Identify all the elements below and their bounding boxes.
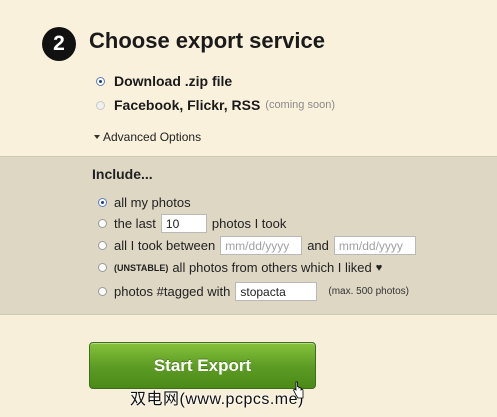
include-tagged-option[interactable]: photos #tagged with stopacta (max. 500 p… — [98, 282, 409, 301]
last-n-prefix: the last — [114, 216, 156, 231]
step-number-badge: 2 — [42, 27, 76, 61]
start-date-input[interactable]: mm/dd/yyyy — [220, 236, 303, 255]
social-services-label: Facebook, Flickr, RSS — [114, 97, 261, 113]
include-all-photos-option[interactable]: all my photos — [98, 195, 191, 210]
all-photos-radio[interactable] — [98, 198, 107, 207]
include-liked-photos-option[interactable]: (UNSTABLE) all photos from others which … — [98, 260, 382, 275]
service-section — [0, 0, 497, 156]
service-option-download-zip[interactable]: Download .zip file — [96, 73, 232, 89]
section-title: Choose export service — [89, 28, 325, 53]
social-services-radio[interactable] — [96, 100, 105, 110]
watermark-text: 双电网(www.pcpcs.me) — [130, 391, 304, 408]
heart-icon: ♥ — [375, 261, 383, 274]
unstable-tag: (UNSTABLE) — [114, 262, 169, 273]
download-zip-label: Download .zip file — [114, 73, 233, 89]
tagged-prefix: photos #tagged with — [114, 284, 231, 299]
tag-input[interactable]: stopacta — [235, 282, 318, 301]
start-export-button[interactable]: Start Export — [89, 342, 316, 389]
hand-cursor-icon — [292, 381, 304, 399]
include-last-n-option[interactable]: the last 10 photos I took — [98, 214, 286, 233]
liked-photos-radio[interactable] — [98, 263, 107, 272]
date-range-prefix: all I took between — [114, 238, 216, 253]
date-range-radio[interactable] — [98, 241, 107, 250]
include-date-range-option[interactable]: all I took between mm/dd/yyyy and mm/dd/… — [98, 236, 421, 255]
end-date-input[interactable]: mm/dd/yyyy — [333, 236, 416, 255]
service-option-social[interactable]: Facebook, Flickr, RSS (coming soon) — [96, 97, 335, 113]
date-range-and: and — [307, 238, 329, 253]
caret-down-icon — [94, 135, 100, 139]
coming-soon-note: (coming soon) — [265, 99, 335, 111]
all-photos-label: all my photos — [114, 195, 191, 210]
advanced-options-label: Advanced Options — [103, 130, 202, 144]
download-zip-radio[interactable] — [96, 76, 105, 86]
tag-max-note: (max. 500 photos) — [328, 286, 409, 297]
last-n-suffix: photos I took — [211, 216, 287, 231]
last-n-radio[interactable] — [98, 219, 107, 228]
include-heading: Include... — [92, 166, 153, 182]
liked-photos-label: all photos from others which I liked — [172, 260, 372, 275]
last-n-count-input[interactable]: 10 — [160, 214, 207, 233]
advanced-options-toggle[interactable]: Advanced Options — [94, 130, 201, 144]
tagged-radio[interactable] — [98, 287, 107, 296]
